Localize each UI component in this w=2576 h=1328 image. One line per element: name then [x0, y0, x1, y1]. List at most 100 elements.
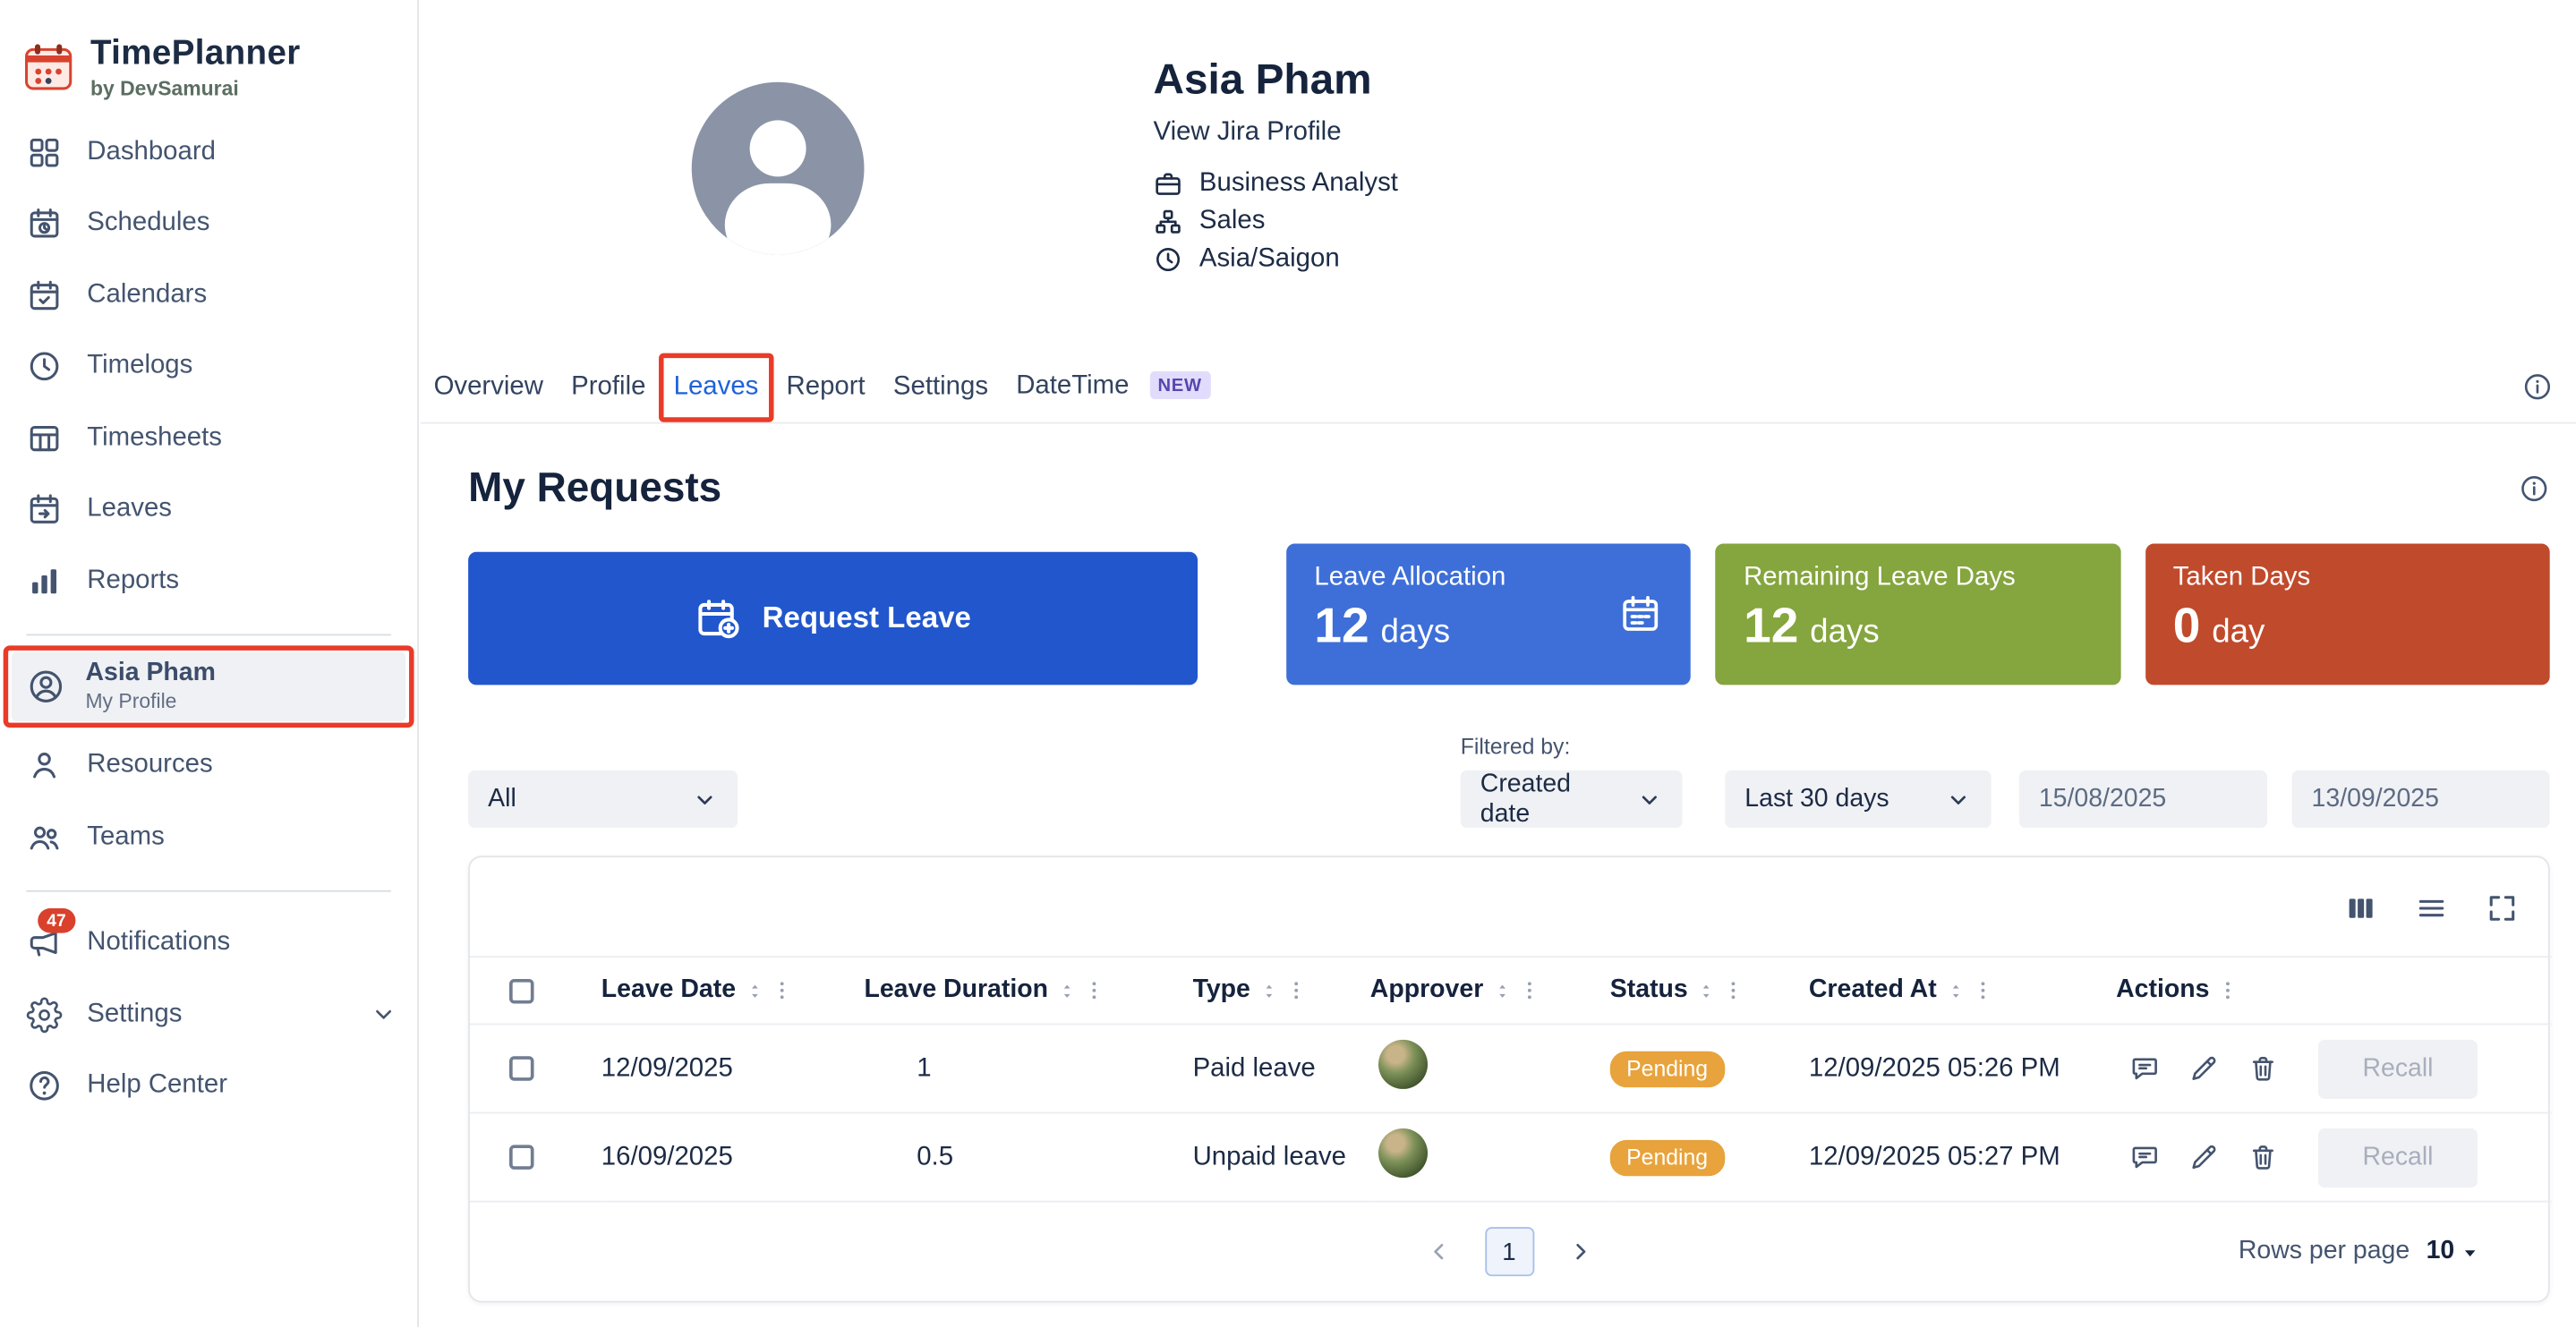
date-range-select[interactable]: Last 30 days	[1725, 770, 1991, 828]
summary-cards: Leave Allocation 12 days	[1286, 544, 2549, 685]
calendar-leave-icon	[26, 491, 62, 527]
cell-type: Paid leave	[1193, 1024, 1370, 1112]
dashboard-icon	[26, 134, 62, 170]
sidebar-item-settings[interactable]: Settings	[0, 979, 417, 1051]
comment-icon[interactable]	[2129, 1053, 2161, 1085]
type-filter-select[interactable]: All	[468, 770, 738, 828]
sidebar-item-label: Teams	[87, 822, 164, 852]
column-menu-icon[interactable]	[1083, 979, 1106, 1002]
column-header-created-at: Created At	[1809, 975, 1937, 1005]
density-icon[interactable]	[2415, 892, 2448, 925]
column-menu-icon[interactable]	[2216, 979, 2239, 1002]
view-jira-profile-link[interactable]: View Jira Profile	[1154, 118, 1398, 148]
tab-leaves[interactable]: Leaves	[674, 364, 759, 410]
sort-icon[interactable]	[1947, 978, 1965, 1003]
sidebar-nav: Dashboard Schedules Cale	[0, 116, 417, 617]
comment-icon[interactable]	[2129, 1142, 2161, 1173]
edit-icon[interactable]	[2188, 1142, 2220, 1173]
tab-overview[interactable]: Overview	[434, 364, 543, 410]
fullscreen-icon[interactable]	[2486, 892, 2519, 925]
edit-icon[interactable]	[2188, 1053, 2220, 1085]
clock-icon	[1154, 244, 1183, 274]
tab-datetime[interactable]: DateTime NEW	[1016, 363, 1210, 410]
briefcase-icon	[1154, 169, 1183, 199]
page-number-button[interactable]: 1	[1484, 1227, 1533, 1276]
request-leave-button[interactable]: Request Leave	[468, 552, 1198, 685]
column-menu-icon[interactable]	[1722, 979, 1745, 1002]
info-icon[interactable]	[2521, 371, 2553, 403]
column-menu-icon[interactable]	[1284, 979, 1308, 1002]
cell-created-at: 12/09/2025 05:26 PM	[1809, 1024, 2116, 1112]
sidebar-item-notifications[interactable]: 47 Notifications	[0, 907, 417, 979]
sidebar-item-reports[interactable]: Reports	[0, 545, 417, 617]
column-menu-icon[interactable]	[1971, 979, 1994, 1002]
column-header-actions: Actions	[2116, 975, 2209, 1005]
meta-role: Business Analyst	[1154, 169, 1398, 199]
cell-leave-duration: 0.5	[864, 1113, 1192, 1202]
approver-avatar	[1378, 1040, 1428, 1089]
info-icon[interactable]	[2519, 473, 2550, 505]
recall-button[interactable]: Recall	[2318, 1039, 2478, 1098]
row-checkbox[interactable]	[509, 1145, 534, 1170]
row-checkbox[interactable]	[509, 1056, 534, 1081]
sort-icon[interactable]	[1058, 978, 1076, 1003]
sidebar-item-dashboard[interactable]: Dashboard	[0, 116, 417, 188]
sidebar-item-teams[interactable]: Teams	[0, 802, 417, 873]
notification-count-badge: 47	[38, 908, 75, 933]
date-to-input[interactable]: 13/09/2025	[2292, 770, 2550, 828]
filtered-by-label: Filtered by:	[1461, 734, 1683, 759]
tab-report[interactable]: Report	[787, 364, 866, 410]
table-row[interactable]: 12/09/2025 1 Paid leave Pending 12/09/20…	[470, 1024, 2552, 1112]
filter-field-select[interactable]: Created date	[1461, 770, 1683, 828]
sort-icon[interactable]	[1698, 978, 1716, 1003]
date-from-input[interactable]: 15/08/2025	[2019, 770, 2267, 828]
sidebar-item-leaves[interactable]: Leaves	[0, 474, 417, 546]
sidebar-item-calendars[interactable]: Calendars	[0, 260, 417, 331]
clock-icon	[26, 349, 62, 385]
main-area: Asia Pham View Jira Profile Business Ana…	[421, 0, 2576, 1327]
sidebar-profile-sub: My Profile	[85, 690, 215, 713]
sidebar: TimePlanner by DevSamurai Dashboard	[0, 0, 419, 1327]
cell-leave-date: 16/09/2025	[601, 1113, 865, 1202]
previous-page-button[interactable]	[1413, 1227, 1463, 1276]
sidebar-item-my-profile[interactable]: Asia Pham My Profile	[12, 651, 406, 720]
sort-icon[interactable]	[746, 978, 763, 1003]
tabs-bar: Overview Profile Leaves Report Settings …	[421, 352, 2576, 424]
column-header-leave-duration: Leave Duration	[864, 975, 1048, 1005]
select-all-checkbox[interactable]	[509, 978, 534, 1003]
sort-icon[interactable]	[1260, 978, 1278, 1003]
status-badge: Pending	[1610, 1139, 1725, 1175]
tab-profile[interactable]: Profile	[571, 364, 645, 410]
chevron-down-icon	[370, 1000, 397, 1028]
delete-icon[interactable]	[2248, 1142, 2279, 1173]
column-menu-icon[interactable]	[771, 979, 794, 1002]
next-page-button[interactable]	[1555, 1227, 1604, 1276]
tab-settings[interactable]: Settings	[893, 364, 988, 410]
sidebar-item-timelogs[interactable]: Timelogs	[0, 331, 417, 403]
timeplanner-app: TimePlanner by DevSamurai Dashboard	[0, 0, 2576, 1327]
chevron-down-icon	[692, 786, 718, 812]
sort-icon[interactable]	[1493, 978, 1511, 1003]
recall-button[interactable]: Recall	[2318, 1128, 2478, 1187]
column-menu-icon[interactable]	[1518, 979, 1541, 1002]
card-value: 12	[1744, 600, 1798, 655]
column-header-status: Status	[1610, 975, 1688, 1005]
date-range-value: Last 30 days	[1744, 784, 1889, 813]
columns-icon[interactable]	[2344, 892, 2377, 925]
rows-per-page-select[interactable]: 10	[2427, 1237, 2483, 1266]
sidebar-item-resources[interactable]: Resources	[0, 730, 417, 802]
delete-icon[interactable]	[2248, 1053, 2279, 1085]
card-value: 0	[2173, 600, 2201, 655]
meta-text: Sales	[1199, 207, 1265, 236]
table-row[interactable]: 16/09/2025 0.5 Unpaid leave Pending 12/0…	[470, 1113, 2552, 1202]
sidebar-item-help-center[interactable]: Help Center	[0, 1051, 417, 1122]
sidebar-item-schedules[interactable]: Schedules	[0, 188, 417, 260]
cell-leave-duration: 1	[864, 1024, 1192, 1112]
cell-type: Unpaid leave	[1193, 1113, 1370, 1202]
card-title: Remaining Leave Days	[1744, 564, 2093, 593]
sidebar-item-label: Dashboard	[87, 138, 216, 167]
card-unit: days	[1810, 614, 1880, 651]
sidebar-item-timesheets[interactable]: Timesheets	[0, 403, 417, 474]
profile-header: Asia Pham View Jira Profile Business Ana…	[1154, 55, 1398, 275]
rows-per-page-label: Rows per page	[2239, 1237, 2410, 1266]
